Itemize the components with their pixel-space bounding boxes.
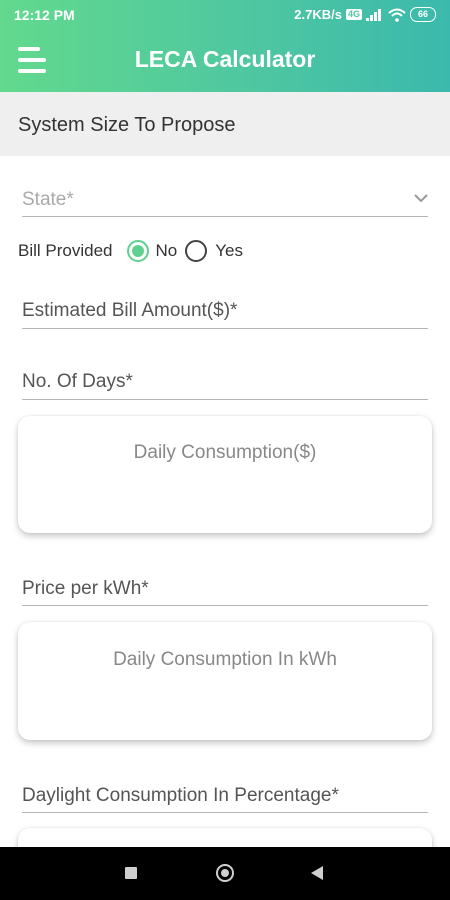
price-per-kwh-label: Price per kWh* <box>22 578 149 599</box>
home-button[interactable] <box>201 847 251 900</box>
status-icons: 2.7KB/s 4G 66 <box>294 7 436 22</box>
daily-consumption-kwh-label: Daily Consumption In kWh <box>113 649 337 670</box>
volte-badge: 4G <box>345 9 362 20</box>
status-time: 12:12 PM <box>14 7 75 23</box>
daylight-consumption-input[interactable]: Daylight Consumption In Percentage* <box>22 785 428 813</box>
bill-provided-label: Bill Provided <box>18 241 113 260</box>
state-dropdown[interactable]: State* <box>22 189 428 217</box>
chevron-down-icon <box>414 194 428 203</box>
no-of-days-input[interactable]: No. Of Days* <box>22 371 428 400</box>
signal-icon <box>366 8 384 21</box>
daylight-consumption-label: Daylight Consumption In Percentage* <box>22 785 339 806</box>
status-bar: 12:12 PM 2.7KB/s 4G 66 <box>0 0 450 30</box>
daily-consumption-dollar-label: Daily Consumption($) <box>133 442 317 463</box>
wifi-icon <box>388 8 406 22</box>
network-speed: 2.7KB/s <box>294 7 342 22</box>
system-nav-bar <box>0 847 450 900</box>
battery-level: 66 <box>417 9 428 19</box>
recents-button[interactable] <box>107 847 157 900</box>
state-label: State* <box>22 189 74 210</box>
estimated-bill-input[interactable]: Estimated Bill Amount($)* <box>22 300 428 329</box>
square-icon <box>125 867 137 879</box>
estimated-bill-label: Estimated Bill Amount($)* <box>22 300 238 321</box>
back-button[interactable] <box>293 847 343 900</box>
bill-provided-row: Bill Provided No Yes <box>18 240 243 262</box>
daily-consumption-kwh-card: Daily Consumption In kWh <box>18 622 432 740</box>
radio-yes[interactable] <box>185 240 208 262</box>
price-per-kwh-input[interactable]: Price per kWh* <box>22 578 428 606</box>
radio-no-label: No <box>155 241 178 260</box>
app-header: 12:12 PM 2.7KB/s 4G 66 LECA Calculator <box>0 0 450 92</box>
radio-no[interactable] <box>126 240 149 262</box>
daily-consumption-dollar-card: Daily Consumption($) <box>18 416 432 533</box>
section-title: System Size To Propose <box>18 114 236 136</box>
battery-icon: 66 <box>410 7 436 22</box>
app-title: LECA Calculator <box>134 46 316 72</box>
circle-icon <box>216 864 234 882</box>
no-of-days-label: No. Of Days* <box>22 371 133 392</box>
triangle-back-icon <box>311 866 323 880</box>
radio-yes-label: Yes <box>215 241 243 260</box>
